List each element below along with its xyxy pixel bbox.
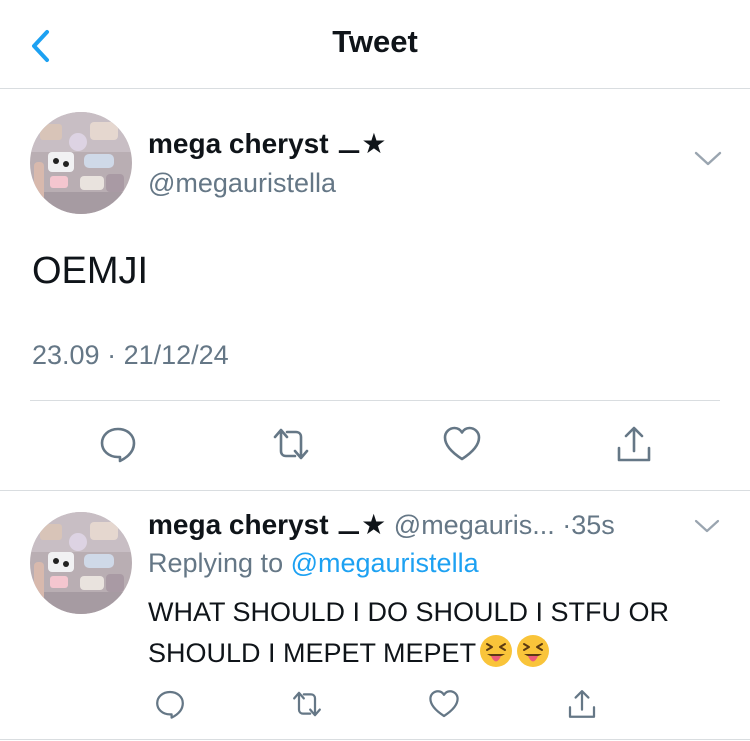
share-button[interactable] [564, 686, 600, 722]
divider [0, 490, 750, 491]
name-symbols: ⚊★ [336, 128, 387, 159]
heart-icon [429, 690, 459, 718]
tweet-age: ·35s [562, 510, 615, 540]
more-options-button[interactable] [694, 518, 720, 539]
display-name[interactable]: mega cheryst [148, 509, 329, 540]
avatar[interactable] [30, 512, 132, 614]
tweet-timestamp: 23.09 · 21/12/24 [32, 340, 229, 370]
user-handle[interactable]: @megauris... [394, 510, 555, 540]
user-handle[interactable]: @megauristella [148, 168, 336, 199]
chevron-down-icon [694, 151, 722, 166]
navigation-bar: Tweet [0, 0, 750, 89]
share-button[interactable] [612, 422, 656, 466]
tweet-text: OEMJI [32, 250, 149, 292]
like-button[interactable] [440, 422, 484, 466]
avatar[interactable] [30, 112, 132, 214]
replying-to-link[interactable]: @megauristella [291, 548, 479, 578]
retweet-button[interactable] [268, 422, 314, 466]
more-options-button[interactable] [694, 150, 722, 173]
divider [0, 739, 750, 740]
reply-button[interactable] [152, 686, 188, 722]
replying-to-line: Replying to @megauristella [148, 548, 479, 578]
reply-text: WHAT SHOULD I DO SHOULD I STFU OR SHOULD… [148, 592, 728, 680]
like-button[interactable] [426, 686, 462, 722]
page-title: Tweet [332, 24, 418, 59]
share-icon [568, 690, 596, 718]
name-symbols: ⚊★ [336, 509, 387, 540]
comment-icon [156, 690, 184, 719]
heart-icon [443, 426, 481, 461]
squinting-tongue-emoji [516, 634, 550, 680]
comment-icon [100, 427, 136, 463]
retweet-button[interactable] [288, 686, 326, 722]
squinting-tongue-emoji [479, 634, 513, 680]
divider [30, 400, 720, 401]
chevron-down-icon [694, 519, 720, 533]
reply-button[interactable] [96, 422, 140, 466]
retweet-icon [273, 428, 309, 460]
share-icon [617, 426, 651, 462]
retweet-icon [293, 691, 321, 717]
reply-header: mega cheryst ⚊★ @megauris... ·35s [148, 508, 615, 541]
display-name[interactable]: mega cheryst ⚊★ [148, 127, 387, 160]
